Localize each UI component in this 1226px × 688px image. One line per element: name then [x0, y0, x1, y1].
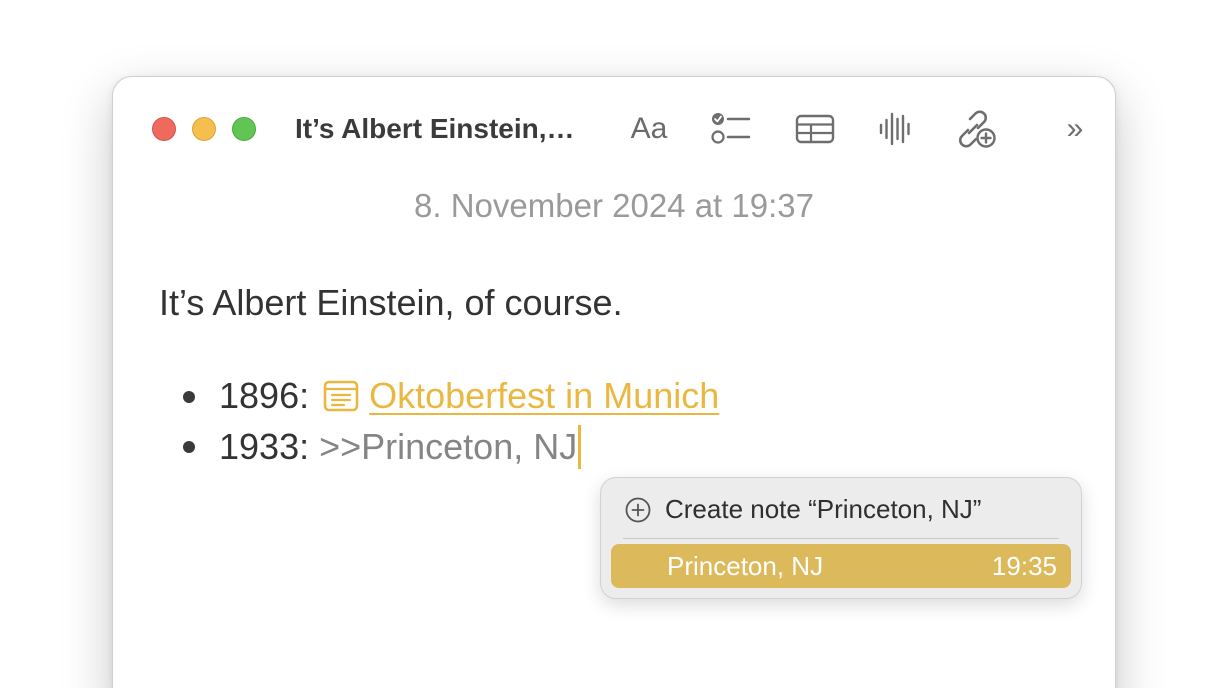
audio-waveform-icon	[879, 112, 910, 146]
suggestion-item-princeton[interactable]: Princeton, NJ 19:35	[611, 544, 1071, 588]
format-button[interactable]: Aa	[623, 107, 675, 151]
table-icon	[795, 114, 835, 144]
suggestion-title: Princeton, NJ	[667, 550, 824, 581]
checklist-icon	[711, 113, 751, 144]
list-item-prefix: 1933:	[219, 426, 310, 467]
close-button[interactable]	[152, 117, 176, 141]
create-note-label: Create note “Princeton, NJ”	[665, 494, 982, 524]
popup-divider	[623, 538, 1059, 539]
add-link-button[interactable]	[953, 107, 997, 151]
add-link-icon	[959, 110, 996, 148]
more-toolbar-button[interactable]: »	[1053, 107, 1097, 151]
bullet-2	[183, 441, 195, 453]
text-caret	[578, 425, 582, 469]
list-item[interactable]: 1933: >>Princeton, NJ	[219, 425, 582, 469]
list-item-prefix: 1896:	[219, 375, 310, 416]
table-button[interactable]	[793, 107, 837, 151]
plus-circle-icon	[625, 497, 651, 522]
note-date: 8. November 2024 at 19:37	[414, 187, 814, 224]
link-suggestion-popup: Create note “Princeton, NJ” Princeton, N…	[600, 477, 1082, 599]
typed-link-text[interactable]: >>Princeton, NJ	[319, 426, 577, 468]
bullet-1	[183, 391, 195, 403]
audio-button[interactable]	[873, 107, 917, 151]
create-note-option[interactable]: Create note “Princeton, NJ”	[625, 494, 981, 525]
suggestion-time: 19:35	[991, 550, 1057, 581]
note-icon	[323, 380, 359, 412]
note-window: It’s Albert Einstein,… Aa » 8. November …	[112, 76, 1116, 688]
note-heading[interactable]: It’s Albert Einstein, of course.	[159, 282, 623, 324]
window-title: It’s Albert Einstein,…	[295, 113, 575, 144]
zoom-button[interactable]	[232, 117, 256, 141]
minimize-button[interactable]	[192, 117, 216, 141]
screen: It’s Albert Einstein,… Aa » 8. November …	[0, 0, 1226, 688]
list-item[interactable]: 1896: Oktoberfest in Munich	[219, 375, 719, 417]
note-link-oktoberfest[interactable]: Oktoberfest in Munich	[369, 375, 719, 417]
checklist-button[interactable]	[709, 107, 753, 151]
